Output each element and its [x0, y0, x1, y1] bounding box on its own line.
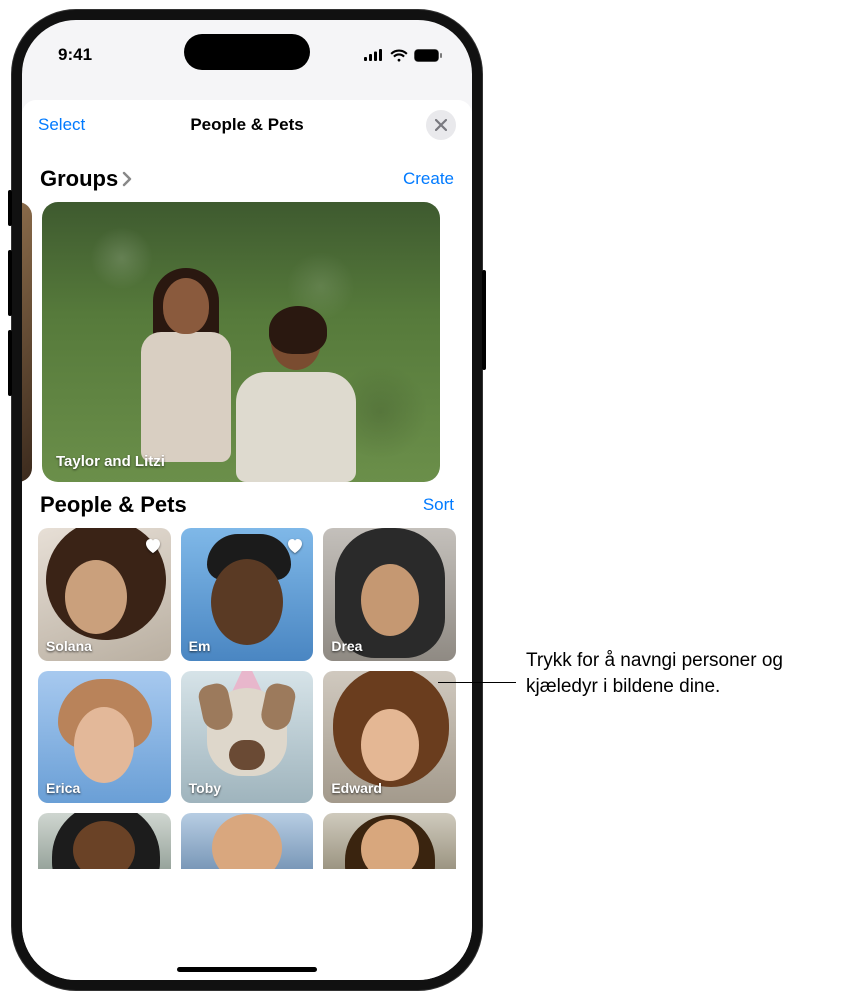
- create-button[interactable]: Create: [403, 169, 454, 189]
- tile-label: Drea: [331, 638, 362, 654]
- callout-text: Trykk for å navngi personer og kjæledyr …: [526, 648, 826, 699]
- nav-title: People & Pets: [108, 115, 386, 135]
- person-tile-em[interactable]: Em: [181, 528, 314, 661]
- person-tile[interactable]: [323, 813, 456, 869]
- tile-label: Em: [189, 638, 211, 654]
- groups-title-label: Groups: [40, 166, 118, 192]
- side-button: [8, 190, 12, 226]
- sheet: Select People & Pets Groups Create: [22, 100, 472, 980]
- phone-frame: 9:41 Select People & Pets: [12, 10, 482, 990]
- person-tile-edward[interactable]: Edward: [323, 671, 456, 804]
- tile-label: Solana: [46, 638, 92, 654]
- groups-row[interactable]: Taylor and Litzi: [22, 202, 456, 482]
- person-tile-erica[interactable]: Erica: [38, 671, 171, 804]
- close-button[interactable]: [426, 110, 456, 140]
- screen: 9:41 Select People & Pets: [22, 20, 472, 980]
- tile-label: Toby: [189, 780, 221, 796]
- home-indicator[interactable]: [177, 967, 317, 972]
- person-tile-solana[interactable]: Solana: [38, 528, 171, 661]
- status-time: 9:41: [58, 45, 92, 65]
- heart-icon: [142, 535, 164, 557]
- person-tile-toby[interactable]: Toby: [181, 671, 314, 804]
- side-button: [8, 250, 12, 316]
- side-button: [482, 270, 486, 370]
- groups-title[interactable]: Groups: [40, 166, 132, 192]
- nav-bar: Select People & Pets: [22, 100, 472, 150]
- callout-line: [438, 682, 516, 683]
- heart-icon: [284, 535, 306, 557]
- people-header: People & Pets Sort: [40, 492, 454, 518]
- chevron-right-icon: [122, 171, 132, 187]
- sort-button[interactable]: Sort: [423, 495, 454, 515]
- person-tile[interactable]: [38, 813, 171, 869]
- side-button: [8, 330, 12, 396]
- content: Groups Create Taylor and Litzi: [22, 150, 472, 980]
- dynamic-island: [184, 34, 310, 70]
- groups-header: Groups Create: [40, 166, 454, 192]
- person-tile-drea[interactable]: Drea: [323, 528, 456, 661]
- people-title-label: People & Pets: [40, 492, 187, 518]
- close-icon: [435, 119, 447, 131]
- status-right: [364, 49, 442, 62]
- cellular-icon: [364, 49, 384, 61]
- tile-label: Erica: [46, 780, 80, 796]
- group-card[interactable]: Taylor and Litzi: [42, 202, 440, 482]
- battery-icon: [414, 49, 442, 62]
- tile-label: Edward: [331, 780, 382, 796]
- person-tile[interactable]: [181, 813, 314, 869]
- wifi-icon: [390, 49, 408, 62]
- group-photo-people: [111, 262, 371, 482]
- people-grid: Solana Em Drea Erica: [38, 528, 456, 803]
- group-label: Taylor and Litzi: [56, 453, 165, 470]
- select-button[interactable]: Select: [38, 115, 108, 135]
- group-card-prev[interactable]: [22, 202, 32, 482]
- people-grid-row3: [38, 813, 456, 869]
